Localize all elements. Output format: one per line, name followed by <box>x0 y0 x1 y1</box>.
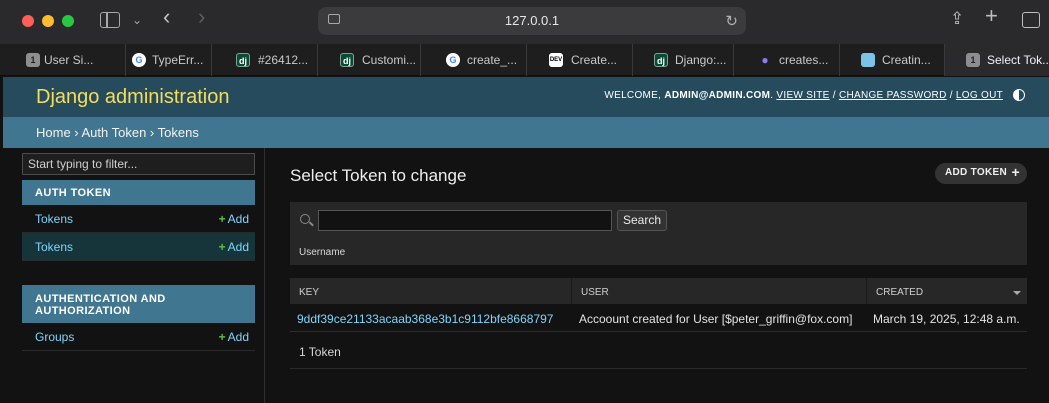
tab-label: #26412... <box>258 53 309 67</box>
model-link[interactable]: Groups <box>35 330 74 344</box>
plus-icon: + <box>218 240 226 254</box>
box-icon <box>861 53 875 67</box>
module-caption-auth-token[interactable]: Auth Token <box>22 180 255 205</box>
column-header-created[interactable]: Created <box>867 278 1027 304</box>
dev-favicon-icon: DEV <box>549 53 563 67</box>
tab-bar: 1 User Si... G TypeErr... dj #26412... d… <box>0 44 1049 76</box>
add-link[interactable]: + Add <box>219 240 249 254</box>
browser-tab-active[interactable]: 1 Select Tok... <box>945 44 1049 76</box>
search-input[interactable] <box>318 210 612 231</box>
forward-arrow-icon[interactable]: › <box>198 6 205 28</box>
minimize-window-button[interactable] <box>42 15 54 27</box>
browser-tab[interactable]: ● creates... <box>734 44 840 76</box>
tab-label: User Si... <box>44 53 94 67</box>
table-header: Key User Created <box>290 278 1027 304</box>
sidebar-toggle-icon[interactable] <box>100 12 120 28</box>
sort-descending-icon[interactable] <box>1013 291 1021 295</box>
browser-toolbar: ⌄ ‹ › 127.0.0.1 ↻ ⇪ + <box>0 0 1049 44</box>
browser-tab[interactable]: 1 User Si... <box>22 44 126 76</box>
model-link[interactable]: Tokens <box>35 240 73 254</box>
plus-icon: + <box>1011 164 1020 180</box>
search-icon <box>300 214 310 224</box>
view-site-link[interactable]: View site <box>776 90 829 101</box>
welcome-text: Welcome, <box>604 90 662 101</box>
paginator: 1 Token <box>290 332 1027 369</box>
add-label: Add <box>227 330 249 344</box>
browser-tab[interactable]: dj #26412... <box>212 44 318 76</box>
tab-favicon-icon: 1 <box>966 53 980 67</box>
new-tab-icon[interactable]: + <box>985 5 998 27</box>
tab-label: Create... <box>571 53 618 67</box>
reload-icon[interactable]: ↻ <box>725 12 738 30</box>
add-token-button[interactable]: Add Token + <box>935 163 1027 184</box>
browser-tab[interactable]: dj Customi... <box>318 44 421 76</box>
google-favicon-icon: G <box>446 53 460 67</box>
user-tools: Welcome, admin@admin.com. View site / Ch… <box>604 90 1003 101</box>
module-caption-auth[interactable]: Authentication and Authorization <box>22 285 255 323</box>
filter-label: Username <box>299 247 346 258</box>
tab-label: Select Tok... <box>987 53 1049 67</box>
token-user-cell: Accoount created for User [$peter_griffi… <box>579 312 853 326</box>
chevron-down-icon[interactable]: ⌄ <box>132 12 142 28</box>
plus-icon: + <box>218 330 226 344</box>
close-window-button[interactable] <box>22 15 34 27</box>
log-out-link[interactable]: Log out <box>956 90 1003 101</box>
separator: / <box>832 90 836 101</box>
username: admin@admin.com <box>664 90 771 101</box>
site-branding[interactable]: Django administration <box>36 86 229 109</box>
add-label: Add <box>227 240 249 254</box>
browser-tab[interactable]: DEV Create... <box>527 44 633 76</box>
separator: / <box>949 90 953 101</box>
zoom-window-button[interactable] <box>62 15 74 27</box>
column-label: Created <box>876 287 924 298</box>
change-password-link[interactable]: Change password <box>839 90 947 101</box>
tab-label: creates... <box>779 53 829 67</box>
tab-label: Customi... <box>362 53 417 67</box>
tab-overview-icon[interactable] <box>1022 12 1040 28</box>
page-title: Select Token to change <box>290 166 467 185</box>
django-favicon-icon: dj <box>654 53 668 67</box>
tab-favicon-icon: 1 <box>26 53 40 67</box>
nav-filter-input[interactable] <box>22 153 255 175</box>
column-header-user[interactable]: User <box>572 278 867 304</box>
add-link[interactable]: + Add <box>219 212 249 226</box>
back-arrow-icon[interactable]: ‹ <box>163 6 170 28</box>
table-row: 9ddf39ce21133acaab368e3b1c9112bfe8668797… <box>290 304 1027 332</box>
browser-tab[interactable]: G TypeErr... <box>126 44 212 76</box>
changelist-search-toolbar: Search Username <box>290 202 1027 265</box>
browser-tab[interactable]: G create_... <box>421 44 527 76</box>
plus-icon: + <box>218 212 226 226</box>
admin-header: Django administration Welcome, admin@adm… <box>3 77 1049 117</box>
google-favicon-icon: G <box>132 53 146 67</box>
browser-tab[interactable]: Creatin... <box>840 44 945 76</box>
column-header-key[interactable]: Key <box>290 278 572 304</box>
theme-toggle-icon[interactable] <box>1013 89 1025 101</box>
add-label: Add <box>227 212 249 226</box>
tab-label: Creatin... <box>882 53 931 67</box>
address-bar[interactable]: 127.0.0.1 ↻ <box>318 7 746 35</box>
model-link[interactable]: Tokens <box>35 212 73 226</box>
django-favicon-icon: dj <box>236 53 250 67</box>
django-favicon-icon: dj <box>340 53 354 67</box>
search-button[interactable]: Search <box>617 210 667 231</box>
tab-label: create_... <box>467 53 518 67</box>
sidebar-item-tokens-selected[interactable]: Tokens + Add <box>22 233 255 261</box>
share-icon[interactable]: ⇪ <box>950 10 964 27</box>
sidebar-item-tokens[interactable]: Tokens + Add <box>22 205 255 233</box>
token-created-cell: March 19, 2025, 12:48 a.m. <box>873 312 1020 326</box>
people-icon: ● <box>761 53 769 67</box>
sidebar-item-groups[interactable]: Groups + Add <box>22 323 255 351</box>
nav-sidebar: Auth Token Tokens +Add Tokens +Add Authe… <box>3 148 265 403</box>
add-link[interactable]: + Add <box>219 330 249 344</box>
tab-label: TypeErr... <box>152 53 204 67</box>
browser-tab[interactable]: dj Django:... <box>633 44 734 76</box>
breadcrumb[interactable]: Home › Auth Token › Tokens <box>3 117 1049 148</box>
url-text: 127.0.0.1 <box>504 13 560 28</box>
tab-label: Django:... <box>675 53 727 67</box>
add-token-label: Add Token <box>945 167 1007 178</box>
token-key-link[interactable]: 9ddf39ce21133acaab368e3b1c9112bfe8668797 <box>297 312 553 326</box>
